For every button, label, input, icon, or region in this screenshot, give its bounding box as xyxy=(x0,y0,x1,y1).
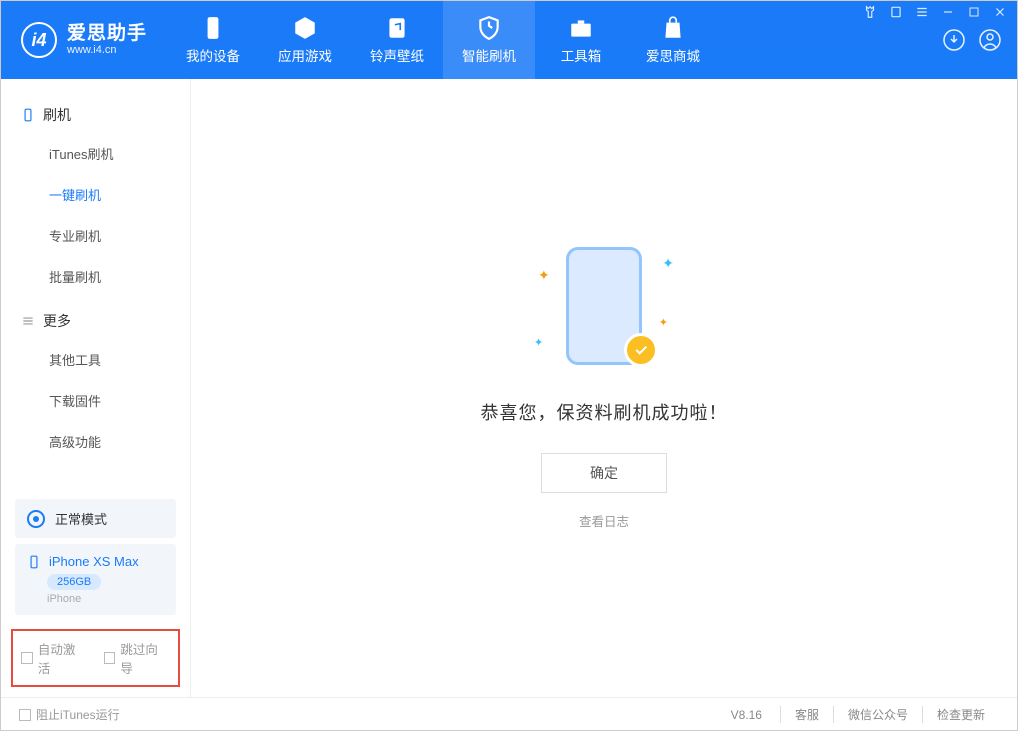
tab-store[interactable]: 爱思商城 xyxy=(627,1,719,79)
logo-icon: i4 xyxy=(21,22,57,58)
app-title: 爱思助手 xyxy=(67,24,147,45)
device-name: iPhone XS Max xyxy=(49,554,139,569)
nav-tabs: 我的设备 应用游戏 铃声壁纸 智能刷机 工具箱 爱思商城 xyxy=(167,1,719,79)
tab-my-device[interactable]: 我的设备 xyxy=(167,1,259,79)
footer-link-support[interactable]: 客服 xyxy=(780,706,833,723)
app-logo: i4 爱思助手 www.i4.cn xyxy=(21,22,147,58)
tab-label: 爱思商城 xyxy=(646,45,700,65)
sidebar-item-oneclick-flash[interactable]: 一键刷机 xyxy=(1,174,190,215)
group-title: 刷机 xyxy=(43,105,71,125)
checkbox-skip-guide[interactable]: 跳过向导 xyxy=(104,639,171,677)
tab-ringtones[interactable]: 铃声壁纸 xyxy=(351,1,443,79)
device-phone-icon xyxy=(27,555,41,569)
footer-link-update[interactable]: 检查更新 xyxy=(922,706,999,723)
minimize-button[interactable] xyxy=(940,4,956,20)
sidebar-item-other-tools[interactable]: 其他工具 xyxy=(1,339,190,380)
checkbox-icon xyxy=(19,709,31,721)
window-controls xyxy=(862,4,1008,20)
success-message: 恭喜您，保资料刷机成功啦！ xyxy=(481,399,728,425)
version-label: V8.16 xyxy=(731,708,762,722)
sidebar-item-batch-flash[interactable]: 批量刷机 xyxy=(1,256,190,297)
footer: 阻止iTunes运行 V8.16 客服 微信公众号 检查更新 xyxy=(1,697,1017,731)
checkbox-label: 跳过向导 xyxy=(120,639,170,677)
sparkle-icon: ✦ xyxy=(534,336,543,349)
sidebar: 刷机 iTunes刷机 一键刷机 专业刷机 批量刷机 更多 其他工具 下载固件 … xyxy=(1,79,191,697)
user-icon[interactable] xyxy=(977,27,1003,53)
mode-indicator[interactable]: 正常模式 xyxy=(15,499,176,538)
checkbox-icon xyxy=(104,652,116,664)
bag-icon xyxy=(660,15,686,41)
briefcase-icon xyxy=(568,15,594,41)
phone-icon xyxy=(200,15,226,41)
lock-icon[interactable] xyxy=(888,4,904,20)
menu-icon[interactable] xyxy=(914,4,930,20)
sidebar-group-flash: 刷机 xyxy=(1,97,190,133)
sparkle-icon: ✦ xyxy=(662,255,674,272)
shield-icon xyxy=(476,15,502,41)
sidebar-item-pro-flash[interactable]: 专业刷机 xyxy=(1,215,190,256)
tab-label: 智能刷机 xyxy=(462,45,516,65)
view-log-link[interactable]: 查看日志 xyxy=(579,511,629,530)
checkbox-block-itunes[interactable]: 阻止iTunes运行 xyxy=(19,706,120,723)
tab-label: 应用游戏 xyxy=(278,45,332,65)
tab-toolbox[interactable]: 工具箱 xyxy=(535,1,627,79)
device-info[interactable]: iPhone XS Max 256GB iPhone xyxy=(15,544,176,615)
maximize-button[interactable] xyxy=(966,4,982,20)
success-illustration: ✦ ✦ ✦ ✦ xyxy=(524,247,684,377)
sparkle-icon: ✦ xyxy=(538,267,550,284)
tab-label: 铃声壁纸 xyxy=(370,45,424,65)
cube-icon xyxy=(292,15,318,41)
group-title: 更多 xyxy=(43,311,71,331)
sidebar-item-advanced[interactable]: 高级功能 xyxy=(1,421,190,462)
shirt-icon[interactable] xyxy=(862,4,878,20)
highlighted-options: 自动激活 跳过向导 xyxy=(11,629,180,687)
download-icon[interactable] xyxy=(941,27,967,53)
footer-link-wechat[interactable]: 微信公众号 xyxy=(833,706,922,723)
sidebar-item-download-firmware[interactable]: 下载固件 xyxy=(1,380,190,421)
music-icon xyxy=(384,15,410,41)
device-storage-badge: 256GB xyxy=(47,574,101,590)
tab-flash[interactable]: 智能刷机 xyxy=(443,1,535,79)
tab-label: 我的设备 xyxy=(186,45,240,65)
checkbox-icon xyxy=(21,652,33,664)
mode-label: 正常模式 xyxy=(55,509,107,528)
ok-button[interactable]: 确定 xyxy=(541,453,667,493)
tab-label: 工具箱 xyxy=(561,45,602,65)
checkbox-label: 自动激活 xyxy=(38,639,88,677)
sparkle-icon: ✦ xyxy=(659,316,668,329)
tab-apps[interactable]: 应用游戏 xyxy=(259,1,351,79)
sidebar-group-more: 更多 xyxy=(1,303,190,339)
app-subtitle: www.i4.cn xyxy=(67,44,147,56)
checkbox-auto-activate[interactable]: 自动激活 xyxy=(21,639,88,677)
device-type: iPhone xyxy=(47,593,164,605)
sidebar-item-itunes-flash[interactable]: iTunes刷机 xyxy=(1,133,190,174)
mode-icon xyxy=(27,510,45,528)
main-content: ✦ ✦ ✦ ✦ 恭喜您，保资料刷机成功啦！ 确定 查看日志 xyxy=(191,79,1017,697)
check-circle-icon xyxy=(624,333,658,367)
checkbox-label: 阻止iTunes运行 xyxy=(36,706,120,723)
close-button[interactable] xyxy=(992,4,1008,20)
